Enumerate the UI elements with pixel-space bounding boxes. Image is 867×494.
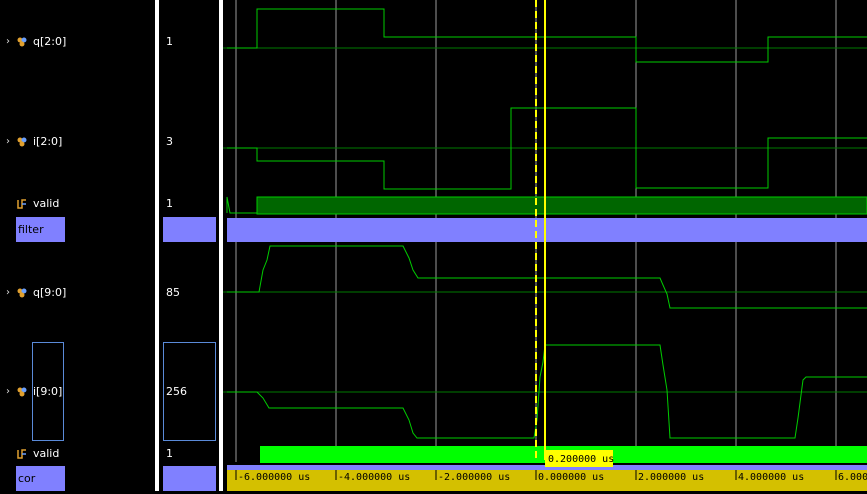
chevron-right-icon[interactable]: ›	[6, 134, 10, 150]
chevron-right-icon[interactable]: ›	[6, 285, 10, 301]
waveform-pane[interactable]: -6.000000 us -4.000000 us -2.000000 us 0…	[223, 0, 867, 491]
signal-name-pane: › q[2:0] › i[2:0] valid filter › q[9:0] …	[0, 0, 155, 491]
bus-icon	[17, 387, 27, 397]
signal-value: 1	[166, 35, 173, 48]
group-filter[interactable]: filter	[16, 217, 65, 242]
wire-signal-icon	[17, 199, 26, 209]
time-tick-label: 2.000000 us	[638, 472, 704, 483]
time-tick-label: 4.000000 us	[738, 472, 804, 483]
signal-value: 1	[166, 447, 173, 460]
signal-value: 1	[166, 197, 173, 210]
signal-row-i-9-0[interactable]: › i[9:0]	[0, 384, 155, 400]
group-value-bar	[163, 466, 216, 491]
chevron-right-icon[interactable]: ›	[6, 34, 10, 50]
signal-row-q-9-0[interactable]: › q[9:0]	[0, 285, 155, 301]
signal-label: valid	[33, 447, 60, 460]
wave-valid-filter[interactable]	[226, 196, 867, 215]
time-tick-label: -2.000000 us	[438, 472, 510, 483]
time-tick-label: 0.000000 us	[538, 472, 604, 483]
signal-label: i[9:0]	[33, 385, 63, 398]
signal-value: 3	[166, 135, 173, 148]
time-tick-label: -6.000000 us	[238, 472, 310, 483]
waveform-canvas[interactable]: -6.000000 us -4.000000 us -2.000000 us 0…	[223, 0, 867, 491]
group-value-bar	[163, 217, 216, 242]
signal-label: valid	[33, 197, 60, 210]
signal-label: i[2:0]	[33, 135, 63, 148]
signal-row-valid-cor[interactable]: valid	[0, 446, 155, 462]
signal-value: 85	[166, 286, 180, 299]
bus-icon	[17, 288, 27, 298]
bus-icon	[17, 137, 27, 147]
chevron-right-icon[interactable]: ›	[6, 384, 10, 400]
wire-signal-icon	[17, 449, 26, 459]
time-axis[interactable]: -6.000000 us -4.000000 us -2.000000 us 0…	[227, 470, 867, 491]
bus-icon	[17, 37, 27, 47]
signal-label: q[2:0]	[33, 35, 67, 48]
cursor-time-label: 0.200000 us	[548, 454, 614, 465]
signal-value-pane: 1 3 1 85 256 1	[159, 0, 219, 491]
signal-row-i-2-0[interactable]: › i[2:0]	[0, 134, 155, 150]
signal-row-valid[interactable]: valid	[0, 196, 155, 212]
signal-row-q-2-0[interactable]: › q[2:0]	[0, 34, 155, 50]
signal-value: 256	[166, 385, 187, 398]
time-tick-label: -4.000000 us	[338, 472, 410, 483]
time-tick-label: 6.000000 us	[838, 472, 867, 483]
group-cor[interactable]: cor	[16, 466, 65, 491]
signal-label: q[9:0]	[33, 286, 67, 299]
group-bar-filter	[227, 218, 867, 242]
